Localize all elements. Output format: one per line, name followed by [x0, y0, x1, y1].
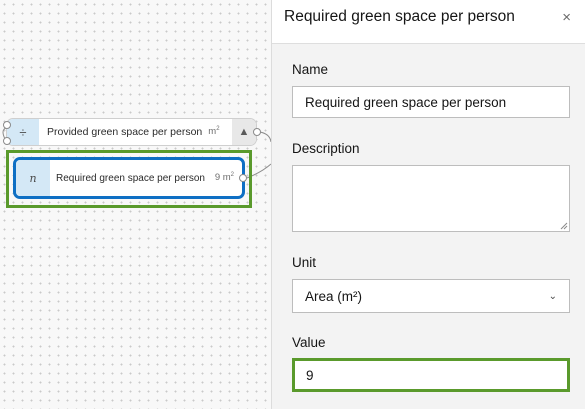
divide-node-unit: m2	[208, 126, 220, 138]
output-port[interactable]	[239, 174, 247, 182]
divide-node[interactable]: ÷ Provided green space per person m2 ▲	[6, 118, 257, 146]
name-input[interactable]	[292, 86, 570, 118]
constant-operator-icon: n	[16, 160, 50, 196]
unit-label: Unit	[292, 255, 317, 270]
constant-node[interactable]: n Required green space per person 9 m2	[13, 157, 245, 199]
properties-panel: Required green space per person × Name D…	[271, 0, 585, 409]
input-port[interactable]	[3, 137, 11, 145]
value-label: Value	[292, 335, 326, 350]
chevron-down-icon: ⌄	[548, 290, 557, 302]
resize-grip-icon[interactable]	[559, 221, 568, 230]
panel-title: Required green space per person	[284, 8, 515, 25]
close-icon[interactable]: ×	[562, 9, 571, 26]
divide-operator-icon: ÷	[7, 119, 39, 145]
model-canvas[interactable]: ÷ Provided green space per person m2 ▲ n…	[0, 0, 271, 409]
input-port[interactable]	[3, 121, 11, 129]
unit-select-value: Area (m²)	[305, 288, 362, 304]
output-port[interactable]	[253, 128, 261, 136]
name-label: Name	[292, 62, 329, 77]
divide-node-name: Provided green space per person	[47, 126, 203, 138]
description-label: Description	[292, 141, 360, 156]
unit-select[interactable]: Area (m²) ⌄	[292, 279, 570, 313]
constant-node-name: Required green space per person	[56, 172, 205, 184]
panel-header: Required green space per person ×	[272, 0, 585, 44]
constant-node-unit: 9 m2	[214, 172, 234, 184]
value-input[interactable]	[292, 358, 570, 392]
description-textarea[interactable]	[292, 165, 570, 232]
